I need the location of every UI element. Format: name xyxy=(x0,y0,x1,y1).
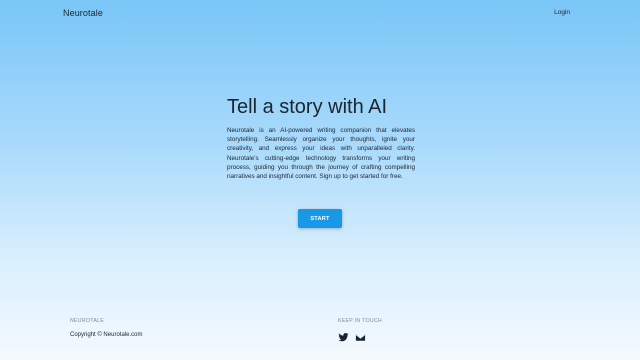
footer-brand-heading: NEUROTALE xyxy=(70,318,105,324)
twitter-icon xyxy=(338,332,349,341)
hero-description: Neurotale is an AI-powered writing compa… xyxy=(227,127,415,181)
social-links xyxy=(338,331,366,343)
hero-section: Tell a story with AI Neurotale is an AI-… xyxy=(227,95,415,181)
keep-in-touch-heading: KEEP IN TOUCH xyxy=(338,318,382,324)
brand-logo-text[interactable]: Neurotale xyxy=(63,8,103,18)
hero-title: Tell a story with AI xyxy=(227,96,388,118)
login-link[interactable]: Login xyxy=(554,9,570,16)
mail-icon xyxy=(355,333,366,341)
copyright-text: Copyright © Neurotale.com xyxy=(70,332,143,338)
twitter-link[interactable] xyxy=(338,332,349,343)
start-button[interactable]: START xyxy=(298,209,342,228)
email-link[interactable] xyxy=(355,332,366,343)
top-navbar: Neurotale Login xyxy=(0,0,640,28)
